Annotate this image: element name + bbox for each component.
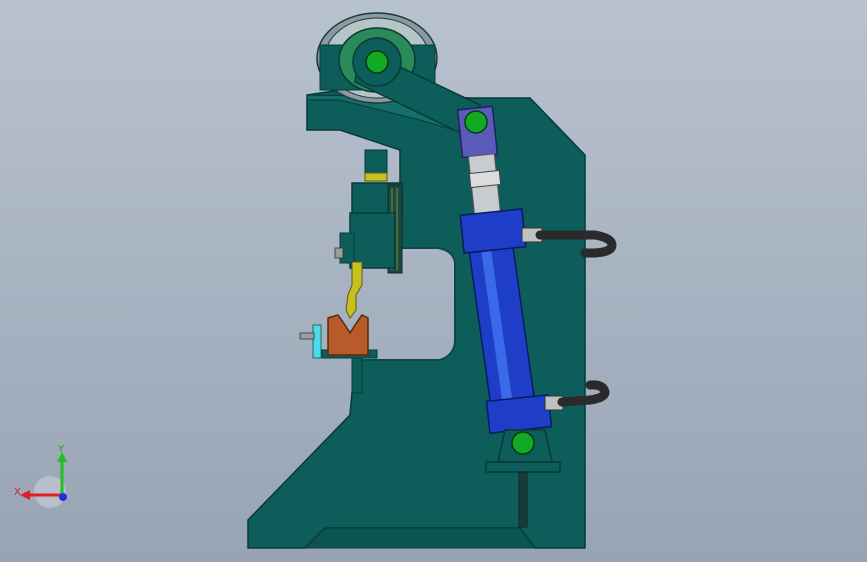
base-plate bbox=[485, 461, 561, 473]
frame-base-gap bbox=[303, 527, 536, 549]
stop-screw bbox=[299, 332, 315, 340]
clevis-pin-icon bbox=[464, 110, 488, 134]
top-pin-icon bbox=[365, 50, 389, 74]
cylinder-top-cap bbox=[459, 208, 527, 254]
die-support bbox=[351, 357, 363, 394]
support-post bbox=[518, 471, 528, 528]
cylinder-bottom-cap bbox=[485, 394, 553, 434]
rod-nut bbox=[468, 169, 502, 189]
ram-collar bbox=[364, 172, 388, 182]
z-axis-icon bbox=[59, 493, 67, 501]
bottom-pin-icon bbox=[511, 431, 535, 455]
x-axis-label: X bbox=[14, 487, 21, 498]
punch[interactable] bbox=[345, 261, 363, 319]
x-axis-arrow-icon bbox=[20, 490, 30, 500]
workpiece-die[interactable] bbox=[327, 314, 369, 356]
axis-triad: Y X bbox=[14, 444, 67, 508]
y-axis-label: Y bbox=[57, 444, 65, 455]
stop-plate bbox=[312, 324, 322, 359]
tool-holder[interactable] bbox=[349, 212, 396, 269]
clamp-bolt bbox=[334, 247, 344, 259]
cad-viewport[interactable]: Y X bbox=[0, 0, 867, 562]
press-frame[interactable] bbox=[247, 89, 586, 549]
press-machine-model[interactable] bbox=[0, 0, 867, 562]
